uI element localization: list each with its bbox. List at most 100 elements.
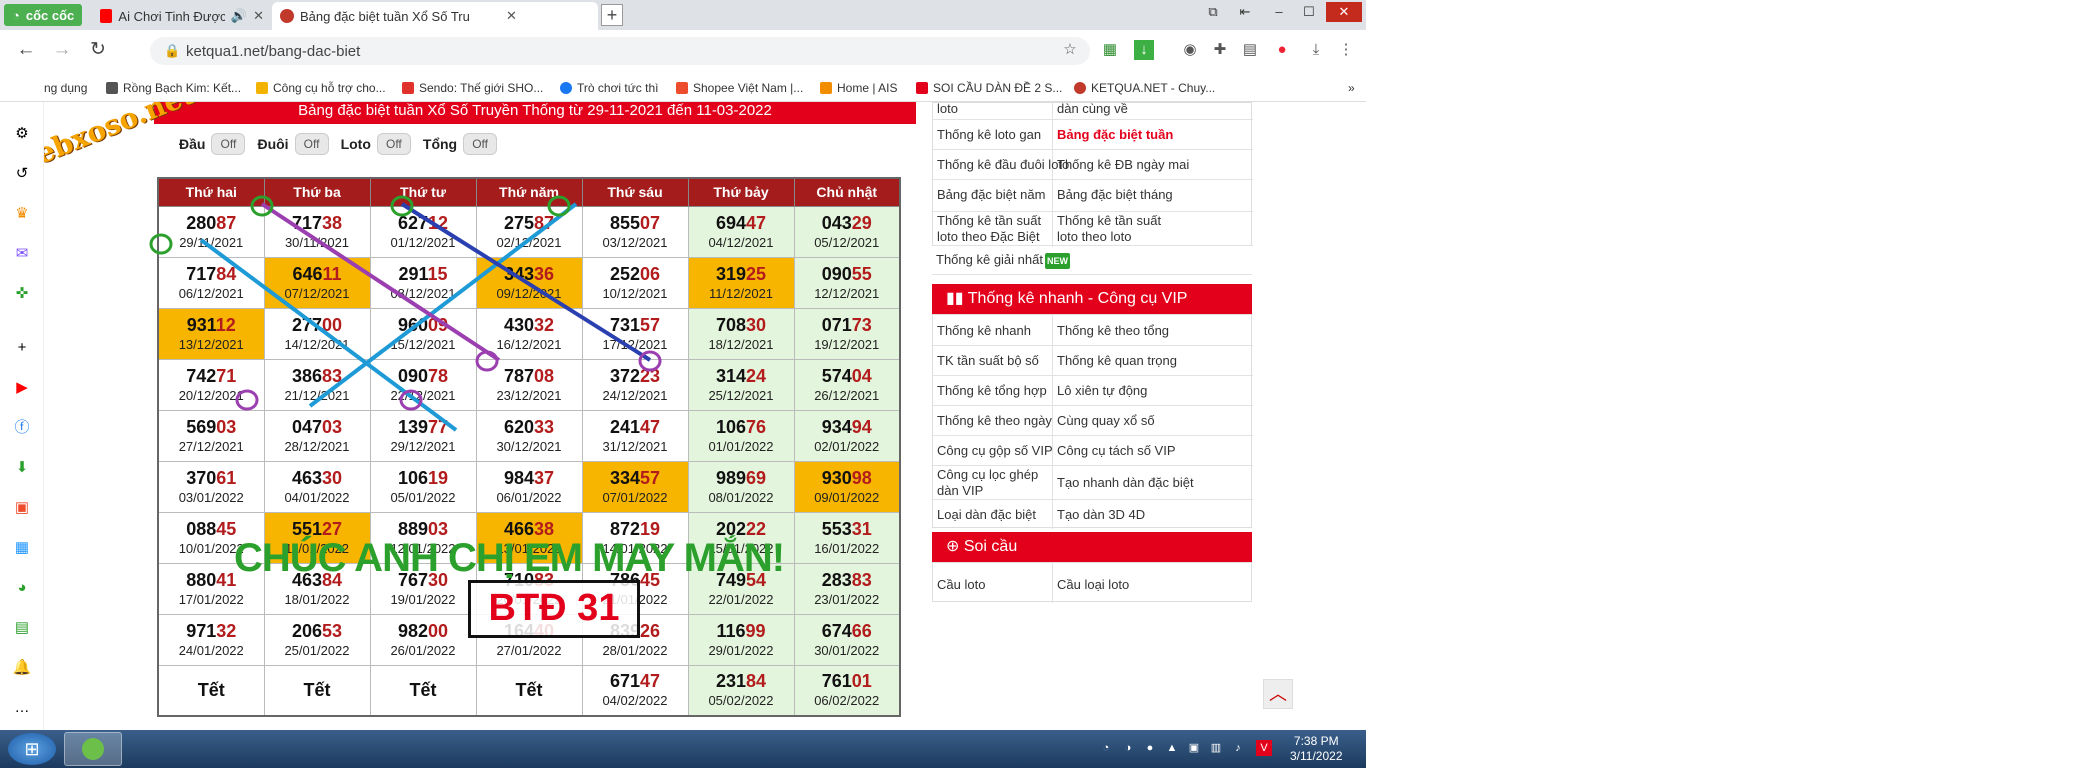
link-db-ngay-mai[interactable]: Thống kê ĐB ngày mai [1057, 157, 1189, 173]
number-tail: 87 [534, 212, 555, 233]
link-cau-loto[interactable]: Cầu loto [937, 577, 985, 593]
clock[interactable]: 7:38 PM 3/11/2022 [1290, 734, 1343, 764]
facebook-icon[interactable]: ⓕ [12, 418, 32, 438]
link-cong-cu-gop-so[interactable]: Công cụ gộp số VIP [937, 443, 1053, 459]
extension-badge-icon[interactable]: ▦ [1100, 40, 1120, 60]
link-cung-quay-xo-so[interactable]: Cùng quay xổ số [1057, 413, 1155, 429]
toggle-label-duoi: Đuôi [257, 136, 289, 152]
youtube-icon[interactable]: ▶ [12, 378, 32, 398]
tray-icon[interactable]: ▣ [1186, 740, 1202, 756]
maximize-button[interactable]: ☐ [1296, 2, 1322, 22]
address-bar[interactable]: 🔒 ketqua1.net/bang-dac-biet [150, 37, 1090, 65]
start-button[interactable]: ⊞ [8, 733, 56, 765]
tray-icon[interactable]: ● [1142, 740, 1158, 756]
link-thong-ke-tong-hop[interactable]: Thống kê tổng hợp [937, 383, 1047, 399]
antivirus-icon[interactable]: V [1256, 740, 1272, 756]
download-green-icon[interactable]: ↓ [1134, 40, 1154, 60]
forward-button[interactable]: → [50, 39, 74, 63]
url-text[interactable]: ketqua1.net/bang-dac-biet [186, 43, 360, 60]
link-loto[interactable]: loto [937, 102, 958, 117]
toggle-duoi[interactable]: Off [294, 133, 329, 155]
link-loc-ghep-dan[interactable]: Công cụ lọc ghép dàn VIP [937, 467, 1049, 499]
bookmark-tro-choi[interactable]: Trò chơi tức thì [560, 80, 658, 96]
tab-youtube[interactable]: Ai Chơi Tinh Được Mãi 🔊 ✕ [92, 2, 272, 30]
link-thong-ke-loto-gan[interactable]: Thống kê loto gan [937, 127, 1041, 143]
bookmarks-overflow-icon[interactable]: » [1348, 80, 1355, 96]
close-tab-icon[interactable]: ✕ [253, 8, 264, 24]
tiki-icon[interactable]: ▦ [12, 538, 32, 558]
result-cell: 09078 22/12/2021 [369, 358, 477, 411]
coccoc-icon [82, 738, 104, 760]
link-loai-dan-dac-biet[interactable]: Loại dàn đặc biệt [937, 507, 1036, 523]
minimize-button[interactable]: – [1266, 2, 1292, 22]
downloads-icon[interactable]: ⤓ [1306, 40, 1326, 60]
link-thong-ke-theo-tong[interactable]: Thống kê theo tổng [1057, 323, 1169, 339]
bookmark-sendo[interactable]: Sendo: Thế giới SHO... [402, 80, 543, 96]
tray-icon[interactable]: ▲ [1164, 740, 1180, 756]
bookmark-cong-cu[interactable]: Công cụ hỗ trợ cho... [256, 80, 386, 96]
close-window-button[interactable]: ✕ [1326, 2, 1362, 22]
download-icon[interactable]: ⬇ [12, 458, 32, 478]
number-head: 043 [821, 212, 852, 233]
link-tan-suat-loto[interactable]: Thống kê tần suất loto theo loto [1057, 213, 1169, 245]
tray-icon[interactable]: ◑ [1120, 740, 1136, 756]
link-dan-cung-ve[interactable]: dàn cùng về [1057, 102, 1128, 117]
tray-icon[interactable]: ◔ [1098, 740, 1114, 756]
puzzle-icon[interactable]: ✚ [1210, 40, 1230, 60]
reload-button[interactable]: ↻ [86, 39, 110, 63]
back-button[interactable]: ← [14, 39, 38, 63]
star-icon[interactable]: ☆ [1060, 40, 1080, 60]
scroll-to-top-button[interactable]: ︿ [1263, 679, 1293, 709]
link-thong-ke-quan-trong[interactable]: Thống kê quan trọng [1057, 353, 1177, 369]
back-arrow-icon[interactable]: ⇤ [1232, 2, 1258, 22]
bookmark-soi-cau[interactable]: SOI CẦU DÀN ĐỀ 2 S... [916, 80, 1062, 96]
new-tab-button[interactable]: + [601, 4, 623, 26]
link-cong-cu-tach-so[interactable]: Công cụ tách số VIP [1057, 443, 1176, 459]
screenshot-icon[interactable]: ⧉ [1200, 2, 1226, 22]
coccoc-menu-button[interactable]: ◔ cốc cốc [4, 4, 83, 26]
link-thong-ke-nhanh[interactable]: Thống kê nhanh [937, 323, 1031, 339]
sidebar-toggle-icon[interactable]: ▤ [1240, 40, 1260, 60]
link-bang-dac-biet-thang[interactable]: Bảng đặc biệt tháng [1057, 187, 1173, 203]
network-icon[interactable]: ▥ [1208, 740, 1224, 756]
more-icon[interactable]: … [12, 698, 32, 718]
link-tao-nhanh-dan[interactable]: Tạo nhanh dàn đặc biệt [1057, 475, 1194, 491]
chat-icon[interactable]: ◕ [12, 578, 32, 598]
history-icon[interactable]: ↺ [12, 164, 32, 184]
crown-icon[interactable]: ♛ [12, 204, 32, 224]
toggle-loto[interactable]: Off [376, 133, 411, 155]
link-cau-loai-loto[interactable]: Cầu loại loto [1057, 577, 1129, 593]
taskbar-coccoc[interactable] [64, 732, 122, 766]
bell-icon[interactable]: 🔔 [12, 658, 32, 678]
messenger-icon[interactable]: ✉ [12, 244, 32, 264]
bookmark-shopee[interactable]: Shopee Việt Nam |... [676, 80, 803, 96]
add-icon[interactable]: + [12, 338, 32, 358]
toggle-tong[interactable]: Off [463, 133, 498, 155]
link-bang-dac-biet-tuan[interactable]: Bảng đặc biệt tuần [1057, 127, 1173, 143]
profile-icon[interactable]: ● [1272, 40, 1292, 60]
link-thong-ke-theo-ngay[interactable]: Thống kê theo ngày [937, 413, 1052, 429]
toggle-dau[interactable]: Off [211, 133, 246, 155]
number-head: 855 [609, 212, 640, 233]
settings-icon[interactable]: ⚙ [12, 124, 32, 144]
sheet-icon[interactable]: ▤ [12, 618, 32, 638]
link-tk-tan-suat-bo-so[interactable]: TK tần suất bộ số [937, 353, 1039, 369]
gamepad-icon[interactable]: ✜ [12, 284, 32, 304]
volume-icon[interactable]: ♪ [1230, 740, 1246, 756]
tab-bang-dac-biet[interactable]: Bảng đặc biệt tuần Xổ Số Tru ✕ [272, 2, 598, 30]
number-tail: 12 [428, 212, 449, 233]
link-lo-xien-tu-dong[interactable]: Lô xiên tự động [1057, 383, 1147, 399]
bookmark-rong-bach-kim[interactable]: Rồng Bạch Kim: Kết... [106, 80, 241, 96]
more-menu-icon[interactable]: ⋮ [1336, 40, 1356, 60]
shopee-icon[interactable]: ▣ [12, 498, 32, 518]
link-tan-suat-dac-biet[interactable]: Thống kê tần suất loto theo Đặc Biệt [937, 213, 1049, 245]
link-bang-dac-biet-nam[interactable]: Bảng đặc biệt năm [937, 187, 1045, 203]
link-tao-dan-3d-4d[interactable]: Tạo dàn 3D 4D [1057, 507, 1145, 523]
bookmark-ketqua[interactable]: KETQUA.NET - Chuy... [1074, 80, 1215, 96]
link-thong-ke-giai-nhat[interactable]: Thống kê giải nhất NEW [936, 252, 1070, 269]
bookmark-ais[interactable]: Home | AIS [820, 80, 897, 96]
coccoc-icon[interactable]: ◉ [1180, 40, 1200, 60]
bookmark-apps[interactable]: ng dụng [44, 80, 87, 96]
close-tab-icon[interactable]: ✕ [506, 8, 517, 24]
link-dau-duoi-loto[interactable]: Thống kê đầu đuôi loto [937, 157, 1069, 173]
